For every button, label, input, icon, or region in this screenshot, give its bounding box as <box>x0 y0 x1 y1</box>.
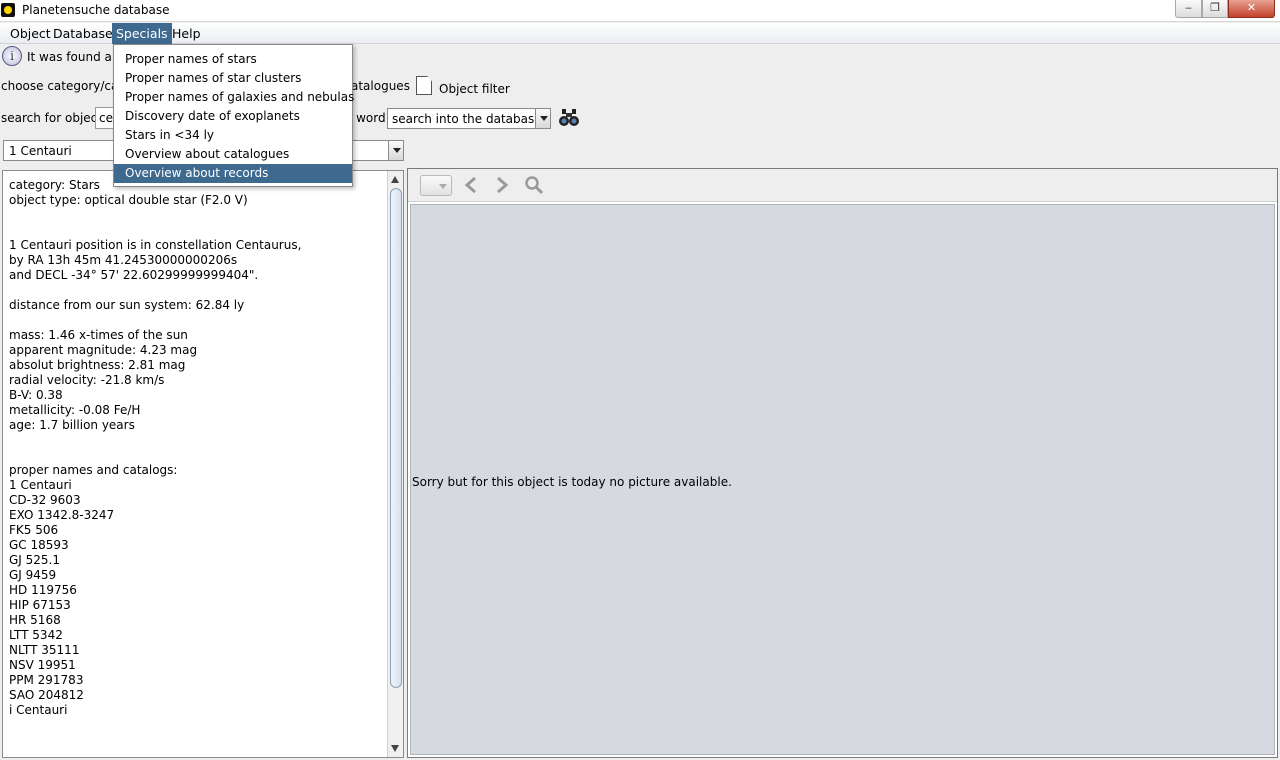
details-line: and DECL -34° 57' 22.60299999999404". <box>9 268 259 282</box>
details-line: FK5 506 <box>9 523 59 537</box>
menu-item-proper-names-star-clusters[interactable]: Proper names of star clusters <box>114 69 352 88</box>
object-select-value: 1 Centauri <box>9 144 72 158</box>
object-details-panel[interactable]: category: Stars object type: optical doub… <box>2 170 404 758</box>
menu-item-proper-names-galaxies-nebulas[interactable]: Proper names of galaxies and nebulas <box>114 88 354 107</box>
details-line: NSV 19951 <box>9 658 76 672</box>
menu-item-stars-within-34ly[interactable]: Stars in <34 ly <box>114 126 352 145</box>
details-line: GJ 525.1 <box>9 553 61 567</box>
no-picture-message: Sorry but for this object is today no pi… <box>412 475 732 489</box>
chevron-down-icon[interactable] <box>535 109 550 128</box>
details-line <box>9 448 384 463</box>
info-icon: i <box>2 46 22 66</box>
image-select[interactable] <box>420 175 452 196</box>
details-line: 1 Centauri position is in constellation … <box>9 238 302 252</box>
maximize-button[interactable]: ❐ <box>1202 0 1228 18</box>
details-line: EXO 1342.8-3247 <box>9 508 115 522</box>
details-line: metallicity: -0.08 Fe/H <box>9 403 141 417</box>
menu-item-discovery-date-exoplanets[interactable]: Discovery date of exoplanets <box>114 107 352 126</box>
details-line: distance from our sun system: 62.84 ly <box>9 298 245 312</box>
menu-item-overview-catalogues[interactable]: Overview about catalogues <box>114 145 352 164</box>
details-line: proper names and catalogs: <box>9 463 178 477</box>
details-line: mass: 1.46 x-times of the sun <box>9 328 188 342</box>
document-icon[interactable] <box>416 76 432 95</box>
picture-canvas: Sorry but for this object is today no pi… <box>410 204 1275 755</box>
menu-help[interactable]: Help <box>168 23 205 44</box>
details-line: object type: optical double star (F2.0 V… <box>9 193 248 207</box>
details-line <box>9 283 384 298</box>
catalogues-label[interactable]: atalogues <box>351 79 410 93</box>
details-line: CD-32 9603 <box>9 493 81 507</box>
details-line: GC 18593 <box>9 538 69 552</box>
menu-specials[interactable]: Specials <box>112 23 172 44</box>
search-mode-select[interactable]: search into the database <box>387 108 551 129</box>
details-line: 1 Centauri <box>9 478 72 492</box>
details-line: B-V: 0.38 <box>9 388 63 402</box>
specials-dropdown: Proper names of stars Proper names of st… <box>113 44 354 187</box>
details-line: absolut brightness: 2.81 mag <box>9 358 186 372</box>
viewer-toolbar <box>408 169 1277 202</box>
details-line: radial velocity: -21.8 km/s <box>9 373 165 387</box>
details-scrollbar[interactable] <box>387 171 403 757</box>
scroll-down-icon[interactable] <box>391 745 399 752</box>
chevron-left-icon[interactable] <box>463 176 479 194</box>
menu-item-overview-records[interactable]: Overview about records <box>114 164 352 183</box>
details-line <box>9 223 384 238</box>
picture-viewer: Sorry but for this object is today no pi… <box>407 168 1278 758</box>
scroll-up-icon[interactable] <box>391 176 399 183</box>
details-line: HIP 67153 <box>9 598 71 612</box>
details-line: i Centauri <box>9 703 68 717</box>
details-line: HR 5168 <box>9 613 61 627</box>
search-label: search for object: <box>1 111 107 125</box>
zoom-icon[interactable] <box>524 175 544 195</box>
chevron-right-icon[interactable] <box>494 176 510 194</box>
details-line: GJ 9459 <box>9 568 57 582</box>
details-line <box>9 208 384 223</box>
minimize-button[interactable]: ‒ <box>1175 0 1202 18</box>
search-mode-value: search into the database <box>392 112 542 126</box>
details-line: age: 1.7 billion years <box>9 418 135 432</box>
menu-bar: Object Database Specials Help <box>0 23 1280 44</box>
title-bar: Planetensuche database ‒ ❐ ✕ <box>0 0 1280 22</box>
binoculars-icon[interactable] <box>558 108 580 128</box>
details-line: HD 119756 <box>9 583 77 597</box>
details-line: NLTT 35111 <box>9 643 80 657</box>
details-line: PPM 291783 <box>9 673 84 687</box>
details-line <box>9 433 384 448</box>
window-title: Planetensuche database <box>22 3 170 17</box>
details-line: LTT 5342 <box>9 628 63 642</box>
menu-item-proper-names-stars[interactable]: Proper names of stars <box>114 50 352 69</box>
menu-object[interactable]: Object <box>6 23 55 44</box>
details-line: SAO 204812 <box>9 688 84 702</box>
category-label: choose category/cata <box>1 79 131 93</box>
object-filter-button[interactable]: Object filter <box>439 82 510 96</box>
menu-database[interactable]: Database <box>49 23 117 44</box>
chevron-down-icon[interactable] <box>388 141 403 160</box>
details-line <box>9 313 384 328</box>
close-button[interactable]: ✕ <box>1228 0 1275 18</box>
app-icon <box>1 3 15 17</box>
scroll-thumb[interactable] <box>390 188 402 688</box>
object-details-text: category: Stars object type: optical doub… <box>9 178 384 718</box>
details-line: by RA 13h 45m 41.24530000000206s <box>9 253 238 267</box>
details-line: apparent magnitude: 4.23 mag <box>9 343 198 357</box>
